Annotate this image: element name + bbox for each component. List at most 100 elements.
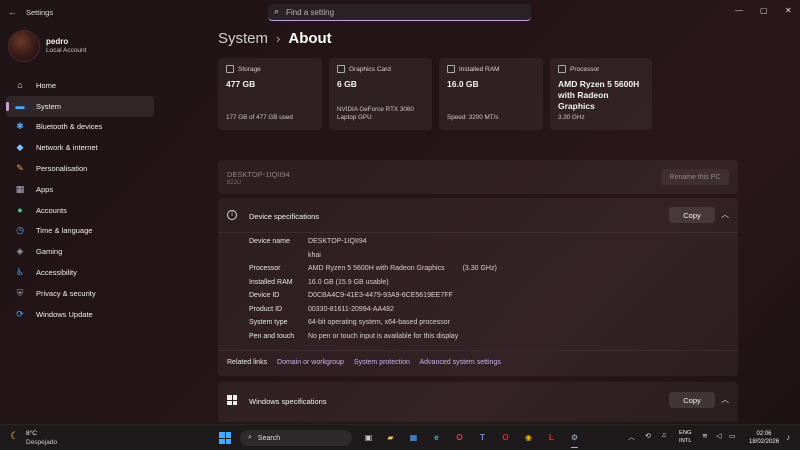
update-icon: ⟳	[16, 308, 24, 319]
divider	[218, 350, 738, 351]
clock-globe-icon: ◷	[16, 225, 24, 236]
chevron-up-icon[interactable]: ︿	[628, 432, 635, 442]
card-detail: Speed: 3200 MT/s	[447, 114, 499, 121]
chevron-up-icon[interactable]: ︿	[721, 394, 729, 405]
spec-value[interactable]: No pen or touch input is available for t…	[308, 333, 458, 347]
rename-pc-button[interactable]: Rename this PC	[661, 169, 729, 185]
sidebar-item-system[interactable]: ▬ System	[6, 95, 154, 117]
sidebar-item-label: Windows Update	[36, 309, 93, 319]
spec-value[interactable]: 16.0 GB (15.9 GB usable)	[308, 279, 389, 293]
spec-value[interactable]: 00330-81611-20994-AA482	[308, 306, 394, 320]
sidebar-item-gaming[interactable]: ◈ Gaming	[6, 241, 154, 262]
taskbar-search-label: Search	[257, 434, 281, 442]
device-specifications-panel: i Device specifications Copy ︿ Device na…	[218, 198, 738, 376]
storage-icon	[226, 65, 234, 73]
sidebar-item-label: Apps	[36, 184, 54, 194]
card-heading: Storage	[238, 65, 261, 73]
card-value: 6 GB	[337, 79, 357, 89]
device-specifications-header[interactable]: i Device specifications Copy ︿	[218, 198, 738, 232]
copy-device-specs-button[interactable]: Copy	[669, 207, 715, 223]
user-account-type: Local Account	[46, 47, 87, 54]
processor-card[interactable]: Processor AMD Ryzen 5 5600H with Radeon …	[550, 58, 652, 130]
file-explorer-icon[interactable]: ▰	[384, 431, 397, 444]
spec-key	[249, 252, 308, 266]
opera-icon[interactable]: O	[499, 431, 512, 444]
system-clock[interactable]: 02:06 18/02/2026	[749, 430, 779, 446]
title-bar: ← Settings ⌕ — ▢ ✕	[0, 0, 800, 26]
breadcrumb-parent[interactable]: System	[218, 30, 268, 47]
back-arrow-icon[interactable]: ←	[8, 7, 17, 17]
weather-description: Despejado	[26, 439, 58, 446]
maximize-icon[interactable]: ▢	[760, 6, 768, 15]
sidebar-item-label: Home	[36, 80, 57, 90]
avatar	[8, 30, 40, 62]
spec-key: Device ID	[249, 292, 280, 299]
sidebar-item-apps[interactable]: ▦ Apps	[6, 179, 154, 200]
search-input[interactable]	[286, 7, 516, 18]
system-protection-link[interactable]: System protection	[354, 359, 410, 366]
breadcrumb: System › About	[218, 30, 332, 47]
card-detail: NVIDIA GeForce RTX 3060 Laptop GPU	[337, 106, 414, 121]
spec-value[interactable]: AMD Ryzen 5 5600H with Radeon Graphics	[308, 265, 445, 279]
sidebar-item-personalisation[interactable]: ✎ Personalisation	[6, 158, 154, 179]
search-icon: ⌕	[274, 6, 280, 16]
chrome-icon[interactable]: ◉	[522, 431, 535, 444]
sidebar-item-windows-update[interactable]: ⟳ Windows Update	[6, 304, 154, 325]
store-icon[interactable]: ▦	[407, 431, 420, 444]
home-icon: ⌂	[17, 80, 23, 91]
taskbar-search[interactable]: ⌕ Search	[240, 430, 352, 446]
notification-icon[interactable]: ♫	[661, 432, 666, 439]
spec-value[interactable]: khai	[308, 252, 321, 266]
app-l-icon[interactable]: L	[545, 431, 558, 444]
sidebar-item-home[interactable]: ⌂ Home	[6, 75, 154, 96]
card-heading: Processor	[570, 65, 600, 73]
domain-workgroup-link[interactable]: Domain or workgroup	[277, 359, 344, 366]
chevron-up-icon[interactable]: ︿	[721, 209, 729, 220]
notification-bell-icon[interactable]: ♪	[786, 433, 790, 442]
battery-icon[interactable]: ▭	[729, 432, 736, 440]
spec-value[interactable]: DESKTOP-1IQII94	[308, 238, 367, 252]
sidebar-item-label: Privacy & security	[36, 288, 96, 298]
storage-card[interactable]: Storage 477 GB 177 GB of 477 GB used	[218, 58, 322, 130]
spec-row: Device name DESKTOP-1IQII94	[249, 238, 497, 252]
task-view-icon[interactable]: ▣	[362, 431, 375, 444]
section-title: Device specifications	[249, 212, 320, 221]
info-icon: i	[227, 210, 237, 220]
copy-windows-specs-button[interactable]: Copy	[669, 392, 715, 408]
windows-specifications-panel[interactable]: Windows specifications Copy ︿	[218, 382, 738, 422]
start-button[interactable]	[219, 432, 231, 444]
spec-key: Installed RAM	[249, 278, 293, 286]
spec-value[interactable]: 64-bit operating system, x64-based proce…	[308, 319, 450, 333]
user-name: pedro	[46, 37, 69, 46]
clock-time: 02:06	[756, 431, 772, 437]
teams-icon[interactable]: T	[476, 431, 489, 444]
settings-icon[interactable]: ⚙	[568, 431, 581, 448]
sidebar-item-label: Bluetooth & devices	[36, 122, 103, 132]
minimize-icon[interactable]: —	[735, 6, 743, 15]
clock-date: 18/02/2026	[749, 439, 780, 445]
sidebar-item-network-internet[interactable]: ◆ Network & internet	[6, 137, 154, 158]
volume-icon[interactable]: ◁	[716, 432, 721, 440]
edge-icon[interactable]: e	[430, 431, 443, 444]
sidebar-item-time-language[interactable]: ◷ Time & language	[6, 221, 154, 242]
close-icon[interactable]: ✕	[785, 6, 792, 15]
card-detail: 3.30 GHz	[558, 114, 585, 121]
sidebar-item-label: Accessibility	[36, 268, 77, 278]
language-indicator[interactable]: ENG INTL	[679, 430, 692, 445]
graphics-card-card[interactable]: Graphics Card 6 GB NVIDIA GeForce RTX 30…	[329, 58, 432, 130]
spec-key: Device name	[249, 238, 290, 245]
sidebar-item-privacy-security[interactable]: ⛨ Privacy & security	[6, 283, 154, 304]
section-title: Windows specifications	[249, 397, 327, 406]
opera-gx-icon[interactable]: O	[453, 431, 466, 444]
related-links: Related links Domain or workgroup System…	[227, 359, 509, 366]
sidebar-item-accounts[interactable]: ● Accounts	[6, 200, 154, 221]
settings-search-box[interactable]: ⌕	[268, 4, 531, 21]
spec-value[interactable]: D0CBA4C9-41E3-4479-93A9-6CE5619EE7FF	[308, 292, 453, 306]
sidebar-item-bluetooth-devices[interactable]: ✱ Bluetooth & devices	[6, 117, 154, 138]
sidebar-item-accessibility[interactable]: ♿ Accessibility	[6, 262, 154, 283]
taskbar: ☾ 8°C Despejado ⌕ Search ▣ ▰ ▦ e O T O ◉ L ⚙ ︿ ⟲ …	[0, 424, 800, 450]
installed-ram-card[interactable]: Installed RAM 16.0 GB Speed: 3200 MT/s	[439, 58, 543, 130]
wifi-icon[interactable]: ≋	[702, 432, 708, 440]
sync-icon[interactable]: ⟲	[645, 432, 651, 440]
advanced-system-settings-link[interactable]: Advanced system settings	[420, 359, 501, 366]
